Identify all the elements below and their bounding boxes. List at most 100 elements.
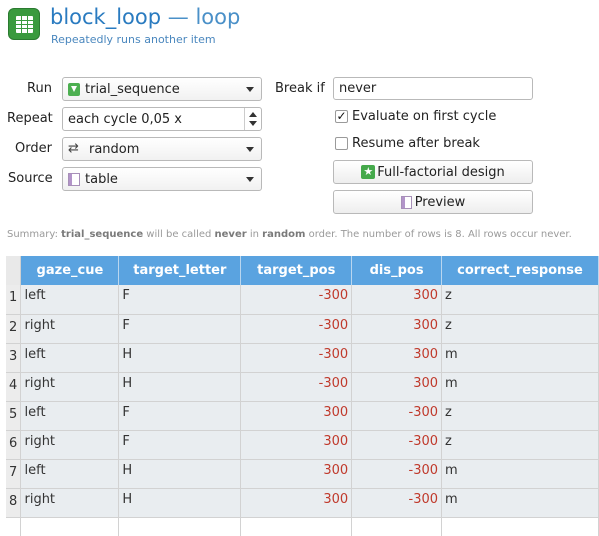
table-cell[interactable]: z: [441, 401, 599, 431]
source-label: Source: [8, 171, 53, 186]
loop-table-icon: [8, 8, 40, 40]
table-cell-empty[interactable]: [118, 517, 242, 536]
table-cell[interactable]: H: [118, 488, 242, 518]
table-cell[interactable]: -300: [240, 285, 353, 315]
table-cell[interactable]: z: [441, 314, 599, 344]
spin-buttons[interactable]: [244, 108, 261, 130]
break-if-input[interactable]: never: [333, 77, 533, 100]
table-cell[interactable]: F: [118, 401, 242, 431]
table-cell[interactable]: m: [441, 372, 599, 402]
table-cell[interactable]: 300: [240, 401, 353, 431]
table-cell[interactable]: F: [118, 430, 242, 460]
table-corner[interactable]: [6, 256, 22, 285]
summary-prefix: Summary:: [7, 229, 62, 240]
table-row[interactable]: 7 left H 300 -300 m: [6, 459, 599, 489]
column-header[interactable]: gaze_cue: [20, 256, 120, 285]
full-factorial-label: Full-factorial design: [377, 164, 505, 180]
table-cell[interactable]: 300: [240, 430, 353, 460]
chevron-down-icon: [246, 177, 254, 182]
evaluate-first-label[interactable]: Evaluate on first cycle: [352, 109, 496, 124]
item-name[interactable]: block_loop: [50, 5, 161, 29]
row-number[interactable]: 7: [6, 459, 22, 489]
table-row[interactable]: 4 right H -300 300 m: [6, 372, 599, 402]
item-title[interactable]: block_loop — loop: [50, 5, 240, 29]
table-cell[interactable]: left: [20, 285, 120, 315]
source-select-value: table: [85, 171, 118, 187]
table-row[interactable]: 3 left H -300 300 m: [6, 343, 599, 373]
column-header[interactable]: target_letter: [118, 256, 242, 285]
row-number[interactable]: 8: [6, 488, 22, 518]
table-cell[interactable]: H: [118, 343, 242, 373]
table-cell[interactable]: left: [20, 459, 120, 489]
table-cell[interactable]: -300: [240, 314, 353, 344]
table-cell[interactable]: F: [118, 314, 242, 344]
column-header[interactable]: dis_pos: [351, 256, 443, 285]
full-factorial-button[interactable]: ★ Full-factorial design: [333, 160, 533, 184]
run-select[interactable]: trial_sequence: [62, 77, 262, 101]
table-cell[interactable]: m: [441, 488, 599, 518]
table-cell-empty[interactable]: [441, 517, 599, 536]
preview-label: Preview: [414, 194, 466, 210]
table-cell[interactable]: z: [441, 285, 599, 315]
row-number[interactable]: 2: [6, 314, 22, 344]
column-header[interactable]: target_pos: [240, 256, 353, 285]
row-number[interactable]: 1: [6, 285, 22, 315]
row-number[interactable]: 4: [6, 372, 22, 402]
repeat-label: Repeat: [7, 111, 53, 126]
table-cell[interactable]: 300: [240, 459, 353, 489]
table-cell[interactable]: -300: [351, 401, 443, 431]
repeat-spinbox[interactable]: each cycle 0,05 x: [62, 107, 262, 131]
spin-down-icon[interactable]: [249, 121, 257, 126]
arrow-down-icon: [68, 82, 80, 96]
row-number[interactable]: 3: [6, 343, 22, 373]
table-cell[interactable]: H: [118, 459, 242, 489]
table-cell[interactable]: -300: [351, 459, 443, 489]
table-cell[interactable]: -300: [240, 343, 353, 373]
table-cell[interactable]: -300: [351, 488, 443, 518]
summary-text: in: [246, 229, 263, 240]
item-description[interactable]: Repeatedly runs another item: [51, 33, 216, 46]
table-cell[interactable]: 300: [351, 314, 443, 344]
table-cell-empty[interactable]: [240, 517, 353, 536]
table-cell[interactable]: left: [20, 343, 120, 373]
table-cell[interactable]: 300: [351, 343, 443, 373]
resume-after-break-checkbox[interactable]: [335, 137, 348, 150]
table-cell[interactable]: m: [441, 459, 599, 489]
table-cell[interactable]: -300: [351, 430, 443, 460]
table-cell[interactable]: right: [20, 488, 120, 518]
table-row[interactable]: 2 right F -300 300 z: [6, 314, 599, 344]
table-row[interactable]: 8 right H 300 -300 m: [6, 488, 599, 518]
table-cell[interactable]: z: [441, 430, 599, 460]
table-cell[interactable]: right: [20, 372, 120, 402]
evaluate-first-checkbox[interactable]: ✓: [335, 110, 348, 123]
table-cell[interactable]: 300: [351, 285, 443, 315]
table-cell[interactable]: F: [118, 285, 242, 315]
item-type-separator: —: [161, 5, 196, 29]
row-number[interactable]: 5: [6, 401, 22, 431]
table-row-empty[interactable]: [6, 517, 599, 536]
resume-after-break-label[interactable]: Resume after break: [352, 136, 480, 151]
table-cell[interactable]: left: [20, 401, 120, 431]
table-icon: [68, 172, 80, 186]
order-select[interactable]: ⇄ random: [62, 137, 262, 161]
table-row[interactable]: 6 right F 300 -300 z: [6, 430, 599, 460]
table-cell-empty[interactable]: [20, 517, 120, 536]
table-cell[interactable]: -300: [240, 372, 353, 402]
table-cell[interactable]: m: [441, 343, 599, 373]
spin-up-icon[interactable]: [249, 112, 257, 117]
table-cell-empty[interactable]: [351, 517, 443, 536]
table-cell[interactable]: H: [118, 372, 242, 402]
table-row[interactable]: 1 left F -300 300 z: [6, 285, 599, 315]
table-cell[interactable]: right: [20, 430, 120, 460]
loop-summary: Summary: trial_sequence will be called n…: [7, 229, 572, 240]
row-number[interactable]: 6: [6, 430, 22, 460]
column-header[interactable]: correct_response: [441, 256, 599, 285]
table-row[interactable]: 5 left F 300 -300 z: [6, 401, 599, 431]
preview-button[interactable]: Preview: [333, 190, 533, 214]
loop-table[interactable]: gaze_cue target_letter target_pos dis_po…: [6, 256, 599, 536]
table-cell[interactable]: 300: [351, 372, 443, 402]
table-cell-empty[interactable]: [6, 517, 22, 536]
source-select[interactable]: table: [62, 167, 262, 191]
table-cell[interactable]: right: [20, 314, 120, 344]
table-cell[interactable]: 300: [240, 488, 353, 518]
